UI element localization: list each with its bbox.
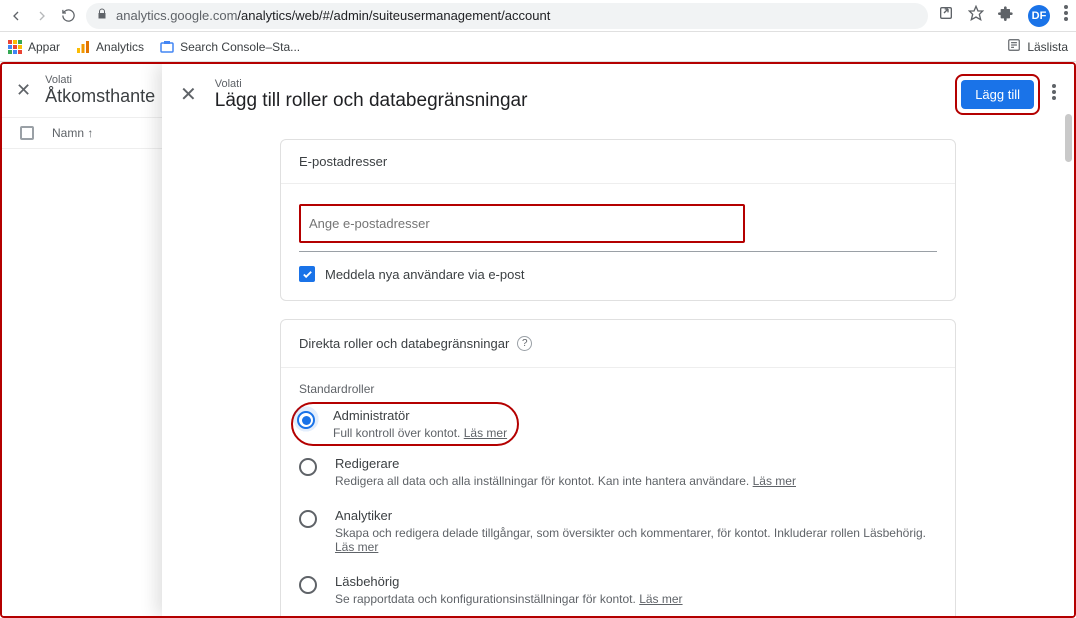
close-icon[interactable]: ✕: [16, 80, 31, 101]
add-button-highlight: Lägg till: [955, 74, 1040, 115]
extensions-icon[interactable]: [998, 5, 1014, 26]
modal-header: ✕ Volati Lägg till roller och databegrän…: [162, 64, 1074, 123]
search-console-bookmark[interactable]: Search Console–Sta...: [160, 40, 300, 54]
learn-more-link[interactable]: Läs mer: [639, 592, 682, 606]
select-all-checkbox[interactable]: [20, 126, 34, 140]
standard-roles-label: Standardroller: [281, 368, 955, 402]
column-name[interactable]: Namn ↑: [52, 126, 93, 140]
role-admin-highlight: Administratör Full kontroll över kontot.…: [291, 402, 519, 446]
role-desc: Se rapportdata och konfigurationsinställ…: [335, 592, 683, 606]
apps-icon: [8, 40, 22, 54]
learn-more-link[interactable]: Läs mer: [753, 474, 796, 488]
modal-breadcrumb: Volati: [215, 78, 528, 90]
reading-list-button[interactable]: Läslista: [1007, 38, 1068, 55]
reading-list-label: Läslista: [1027, 40, 1068, 54]
page-title: Åtkomsthante: [45, 86, 155, 107]
page-content: ✕ Volati Åtkomsthante Namn ↑ ✕ Volati Lä…: [0, 62, 1076, 618]
apps-bookmark[interactable]: Appar: [8, 40, 60, 54]
reading-list-icon: [1007, 38, 1021, 55]
share-icon[interactable]: [938, 5, 954, 26]
roles-section-title: Direkta roller och databegränsningar: [299, 336, 509, 351]
notify-checkbox[interactable]: [299, 266, 315, 282]
address-bar[interactable]: analytics.google.com/analytics/web/#/adm…: [86, 3, 928, 29]
bookmarks-bar: Appar Analytics Search Console–Sta... Lä…: [0, 32, 1076, 62]
scrollbar[interactable]: [1065, 123, 1072, 162]
search-console-bookmark-label: Search Console–Sta...: [180, 40, 300, 54]
role-none[interactable]: Inga Ingen roll har tilldelats. Läs mer: [281, 616, 955, 617]
profile-avatar[interactable]: DF: [1028, 5, 1050, 27]
email-addresses-card: E-postadresser Meddela nya användare via…: [280, 139, 956, 301]
analytics-bookmark[interactable]: Analytics: [76, 40, 144, 54]
email-input-highlight: [299, 204, 745, 243]
help-icon[interactable]: ?: [517, 336, 532, 351]
browser-toolbar: analytics.google.com/analytics/web/#/adm…: [0, 0, 1076, 32]
chrome-menu-icon[interactable]: [1064, 5, 1068, 26]
role-name: Analytiker: [335, 508, 937, 523]
role-editor[interactable]: Redigerare Redigera all data och alla in…: [281, 446, 955, 498]
analytics-icon: [76, 40, 90, 54]
apps-bookmark-label: Appar: [28, 40, 60, 54]
role-analyst[interactable]: Analytiker Skapa och redigera delade til…: [281, 498, 955, 564]
search-console-icon: [160, 40, 174, 54]
breadcrumb: Volati: [45, 74, 155, 86]
radio-unselected[interactable]: [299, 576, 317, 594]
add-roles-modal: ✕ Volati Lägg till roller och databegrän…: [162, 64, 1074, 616]
access-management-panel: ✕ Volati Åtkomsthante Namn ↑: [2, 64, 162, 616]
learn-more-link[interactable]: Läs mer: [464, 426, 507, 440]
roles-card: Direkta roller och databegränsningar ? S…: [280, 319, 956, 617]
radio-unselected[interactable]: [299, 458, 317, 476]
role-administrator[interactable]: Administratör Full kontroll över kontot.…: [297, 408, 507, 440]
learn-more-link[interactable]: Läs mer: [335, 540, 378, 554]
role-name: Redigerare: [335, 456, 796, 471]
star-icon[interactable]: [968, 5, 984, 26]
modal-title: Lägg till roller och databegränsningar: [215, 90, 528, 112]
url-text: analytics.google.com/analytics/web/#/adm…: [116, 8, 550, 23]
radio-selected[interactable]: [297, 411, 315, 429]
role-name: Administratör: [333, 408, 507, 423]
role-desc: Skapa och redigera delade tillgångar, so…: [335, 526, 937, 554]
add-button[interactable]: Lägg till: [961, 80, 1034, 109]
reload-button[interactable]: [60, 8, 76, 24]
lock-icon: [96, 8, 108, 23]
modal-close-button[interactable]: ✕: [180, 82, 197, 107]
role-desc: Full kontroll över kontot. Läs mer: [333, 426, 507, 440]
more-menu-icon[interactable]: [1052, 84, 1056, 105]
role-name: Läsbehörig: [335, 574, 683, 589]
analytics-bookmark-label: Analytics: [96, 40, 144, 54]
notify-label: Meddela nya användare via e-post: [325, 267, 524, 282]
email-section-label: E-postadresser: [281, 140, 955, 183]
email-input[interactable]: [301, 206, 743, 241]
radio-unselected[interactable]: [299, 510, 317, 528]
role-desc: Redigera all data och alla inställningar…: [335, 474, 796, 488]
back-button[interactable]: [8, 8, 24, 24]
forward-button[interactable]: [34, 8, 50, 24]
role-reader[interactable]: Läsbehörig Se rapportdata och konfigurat…: [281, 564, 955, 616]
